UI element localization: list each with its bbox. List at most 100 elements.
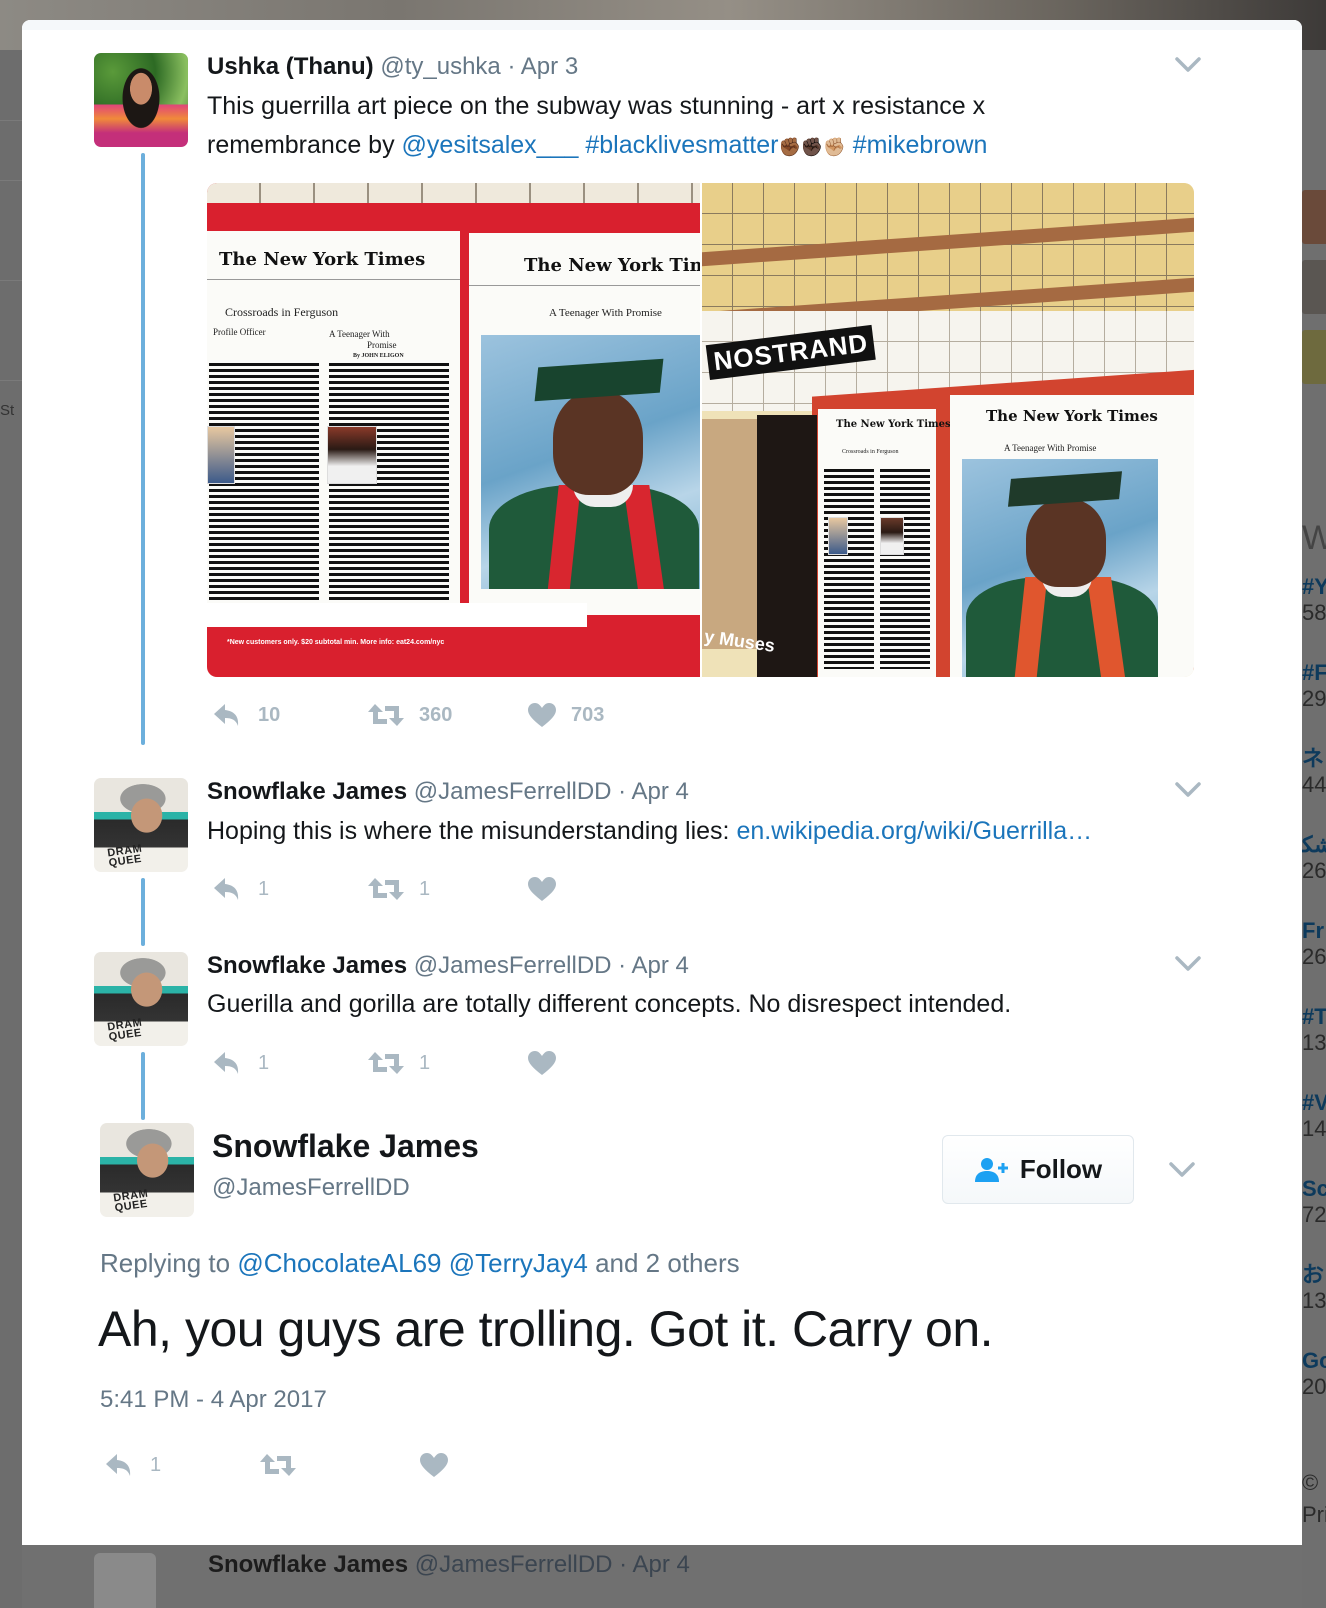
divider (0, 380, 22, 381)
follow-button[interactable]: Follow (942, 1135, 1134, 1204)
tweet-text: This guerrilla art piece on the subway w… (207, 92, 988, 159)
wikipedia-link[interactable]: en.wikipedia.org/wiki/Guerrilla… (736, 817, 1092, 845)
chevron-down-icon[interactable] (1174, 56, 1202, 74)
hashtag-link[interactable]: #mikebrown (853, 131, 988, 159)
newspaper-poster: The New York Times A Teenager With Promi… (950, 395, 1194, 677)
author-handle[interactable]: @JamesFerrellDD (414, 952, 612, 979)
photo-nostrand-station[interactable]: NOSTRAND y Muses The New York Times Cros… (702, 183, 1194, 677)
trends-heading: W (1302, 519, 1326, 557)
like-button[interactable] (527, 1050, 557, 1076)
thread-connector (141, 153, 145, 745)
avatar-snowflake-james[interactable]: DRAM QUEE (94, 778, 188, 872)
avatar-snowflake-james[interactable]: DRAM QUEE (94, 952, 188, 1046)
author-name[interactable]: Snowflake James (207, 778, 407, 805)
heart-icon (528, 703, 556, 727)
tweet-header: Snowflake James @JamesFerrellDD · Apr 4 (207, 952, 689, 979)
author-name[interactable]: Snowflake James (212, 1128, 479, 1165)
graduation-portrait (481, 335, 700, 589)
background-text-fragment: St (0, 402, 15, 419)
others-link[interactable]: and 2 others (588, 1248, 740, 1278)
main-tweet-text: Ah, you guys are trolling. Got it. Carry… (98, 1301, 994, 1357)
heart-icon (528, 1051, 556, 1075)
background-right-sidebar: W #Y 58 #F 29 ネ 44 ﺷﻜ 26 Fr 26 #T 13 #V 14 Sc 72… (1302, 50, 1326, 1608)
author-name[interactable]: Snowflake James (207, 952, 407, 979)
retweet-button[interactable]: 1 (367, 876, 527, 902)
reply-button[interactable]: 1 (104, 1452, 259, 1478)
replying-to: Replying to @ChocolateAL69 @TerryJay4 an… (100, 1248, 740, 1278)
footer-link[interactable]: Pri (1302, 1502, 1326, 1528)
divider (0, 280, 22, 281)
reply-button[interactable]: 1 (212, 876, 367, 902)
like-button[interactable] (419, 1452, 449, 1478)
chevron-down-icon[interactable] (1174, 781, 1202, 799)
tweet-date[interactable]: Apr 4 (632, 778, 689, 805)
newspaper-poster: The New York Times Crossroads in Ferguso… (207, 231, 460, 621)
tweet-timestamp[interactable]: 5:41 PM - 4 Apr 2017 (100, 1386, 327, 1414)
follow-suggestion-avatar[interactable] (1302, 260, 1326, 314)
tweet-date[interactable]: Apr 4 (632, 952, 689, 979)
tweet-actions: 1 (104, 1452, 449, 1478)
trend-item[interactable]: Gc 20 (1302, 1348, 1326, 1400)
follow-suggestion-avatar[interactable] (1302, 330, 1326, 384)
photo-newspaper-posters[interactable]: The New York Times Crossroads in Ferguso… (207, 183, 700, 677)
retweet-button[interactable]: 1 (367, 1050, 527, 1076)
avatar-snowflake-james[interactable]: DRAM QUEE (100, 1123, 194, 1217)
retweet-button[interactable] (259, 1452, 419, 1478)
follow-suggestion-avatar[interactable] (1302, 190, 1326, 244)
reply-icon (214, 704, 239, 726)
background-left-column (0, 50, 22, 1608)
reply-button[interactable]: 1 (212, 1050, 367, 1076)
like-button[interactable] (527, 876, 557, 902)
trend-item[interactable]: Sc 72 (1302, 1176, 1326, 1228)
thread-connector (141, 878, 145, 946)
tweet-actions: 10 360 703 (212, 702, 604, 728)
retweet-icon (368, 704, 404, 726)
retweet-button[interactable]: 360 (367, 702, 527, 728)
tweet-actions: 1 1 (212, 876, 557, 902)
follow-user-icon (974, 1157, 1008, 1182)
author-handle[interactable]: @ty_ushka (380, 53, 500, 80)
author-handle[interactable]: @JamesFerrellDD (414, 778, 612, 805)
mention-link[interactable]: @ChocolateAL69 (237, 1248, 441, 1278)
chevron-down-icon[interactable] (1168, 1161, 1196, 1179)
raised-fists-emoji: ✊🏾✊🏿✊🏼 (778, 137, 846, 157)
trend-item[interactable]: お 13 (1302, 1262, 1326, 1314)
author-handle[interactable]: @JamesFerrellDD (212, 1174, 410, 1202)
avatar-ushka[interactable] (94, 53, 188, 147)
tweet-date[interactable]: Apr 3 (521, 53, 578, 80)
reply-icon (106, 1454, 131, 1476)
hashtag-link[interactable]: #blacklivesmatter (585, 131, 778, 159)
tweet-text: Guerilla and gorilla are totally differe… (207, 990, 1012, 1018)
avatar (94, 1553, 156, 1608)
divider (0, 120, 22, 121)
trend-item[interactable]: ネ 44 (1302, 746, 1326, 798)
reply-icon (214, 878, 239, 900)
thread-connector (141, 1052, 145, 1120)
chevron-down-icon[interactable] (1174, 955, 1202, 973)
heart-icon (420, 1453, 448, 1477)
reply-icon (214, 1052, 239, 1074)
trend-item[interactable]: Fr 26 (1302, 918, 1326, 970)
tweet-detail-modal: Ushka (Thanu) @ty_ushka · Apr 3 This gue… (22, 20, 1302, 1545)
newspaper-poster: The New York Times A Teenager With Promi… (469, 233, 700, 615)
trend-item[interactable]: #T 13 (1302, 1004, 1326, 1056)
mention-link[interactable]: @yesitsalex___ (402, 131, 579, 159)
trend-item[interactable]: #Y 58 (1302, 574, 1326, 626)
tweet-actions: 1 1 (212, 1050, 557, 1076)
background-next-tweet: Snowflake James @JamesFerrellDD · Apr 4 (22, 1545, 1302, 1608)
trend-item[interactable]: #F 29 (1302, 660, 1326, 712)
trend-item[interactable]: #V 14 (1302, 1090, 1326, 1142)
retweet-icon (368, 878, 404, 900)
trend-item[interactable]: ﺷﻜ 26 (1302, 832, 1326, 884)
like-button[interactable]: 703 (527, 702, 604, 728)
newspaper-poster: The New York Times Crossroads in Ferguso… (818, 409, 951, 677)
graduation-portrait (962, 459, 1158, 677)
ad-disclaimer: *New customers only. $20 subtotal min. M… (227, 639, 445, 646)
reply-button[interactable]: 10 (212, 702, 367, 728)
author-name[interactable]: Ushka (Thanu) (207, 53, 374, 80)
heart-icon (528, 877, 556, 901)
retweet-icon (368, 1052, 404, 1074)
mention-link[interactable]: @TerryJay4 (449, 1248, 588, 1278)
tweet-text: Hoping this is where the misunderstandin… (207, 817, 1093, 845)
next-tweet-header: Snowflake James @JamesFerrellDD · Apr 4 (208, 1551, 690, 1578)
